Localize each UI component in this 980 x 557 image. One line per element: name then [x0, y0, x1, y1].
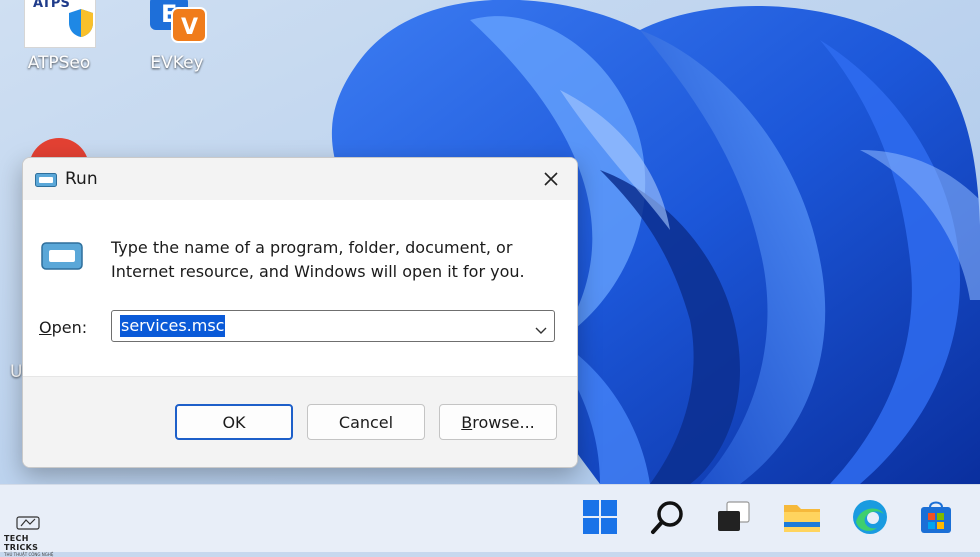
file-explorer-button[interactable] [782, 497, 822, 537]
file-explorer-icon [784, 505, 820, 532]
watermark-logo-icon [16, 516, 40, 530]
edge-button[interactable] [850, 497, 890, 537]
close-button[interactable] [525, 158, 577, 200]
dialog-title: Run [65, 169, 98, 189]
store-button[interactable] [916, 497, 956, 537]
desktop-icon-evkey[interactable]: E V EVKey [132, 0, 222, 73]
open-label-rest: pen: [51, 318, 88, 337]
evkey-icon: E V [142, 0, 212, 49]
cancel-button[interactable]: Cancel [307, 404, 425, 440]
partial-desktop-label: U [10, 362, 23, 382]
task-view-button[interactable] [714, 497, 754, 537]
dialog-titlebar[interactable]: Run [23, 158, 577, 200]
open-label-mnemonic: O [39, 318, 52, 337]
run-large-icon [41, 242, 83, 274]
open-input[interactable]: services.msc [120, 315, 226, 337]
taskbar: TECH TRICKS THỦ THUẬT CÔNG NGHỆ [0, 484, 980, 557]
open-label: Open: [39, 318, 87, 337]
browse-label-rest: rowse... [472, 412, 535, 432]
desktop-icon-atpseo[interactable]: ATPS ATPSeo [14, 0, 104, 73]
run-icon [35, 172, 57, 191]
ok-button[interactable]: OK [175, 404, 293, 440]
dialog-footer: OK Cancel Browse... [23, 376, 577, 467]
chevron-down-icon[interactable] [534, 320, 548, 339]
search-button[interactable] [648, 497, 688, 537]
browse-mnemonic: B [461, 412, 473, 432]
svg-text:V: V [181, 15, 198, 40]
atpseo-logo-text: ATPS [33, 0, 70, 11]
browse-button[interactable]: Browse... [439, 404, 557, 440]
desktop-icon-label: EVKey [150, 53, 204, 73]
close-icon [544, 172, 558, 186]
start-icon [583, 500, 617, 534]
run-dialog: Run Type the name of a program, folder, … [22, 157, 578, 468]
task-view-icon [718, 501, 750, 531]
search-icon [651, 501, 683, 534]
atpseo-icon: ATPS [24, 0, 96, 49]
watermark-subtitle: THỦ THUẬT CÔNG NGHỆ [4, 552, 54, 557]
watermark-title: TECH TRICKS [4, 534, 39, 552]
store-icon [921, 501, 951, 533]
dialog-body: Type the name of a program, folder, docu… [23, 200, 577, 376]
edge-icon [853, 500, 887, 534]
start-button[interactable] [580, 497, 620, 537]
open-combobox[interactable]: services.msc [111, 310, 555, 342]
desktop-icon-label: ATPSeo [27, 53, 91, 73]
dialog-description: Type the name of a program, folder, docu… [111, 238, 525, 281]
